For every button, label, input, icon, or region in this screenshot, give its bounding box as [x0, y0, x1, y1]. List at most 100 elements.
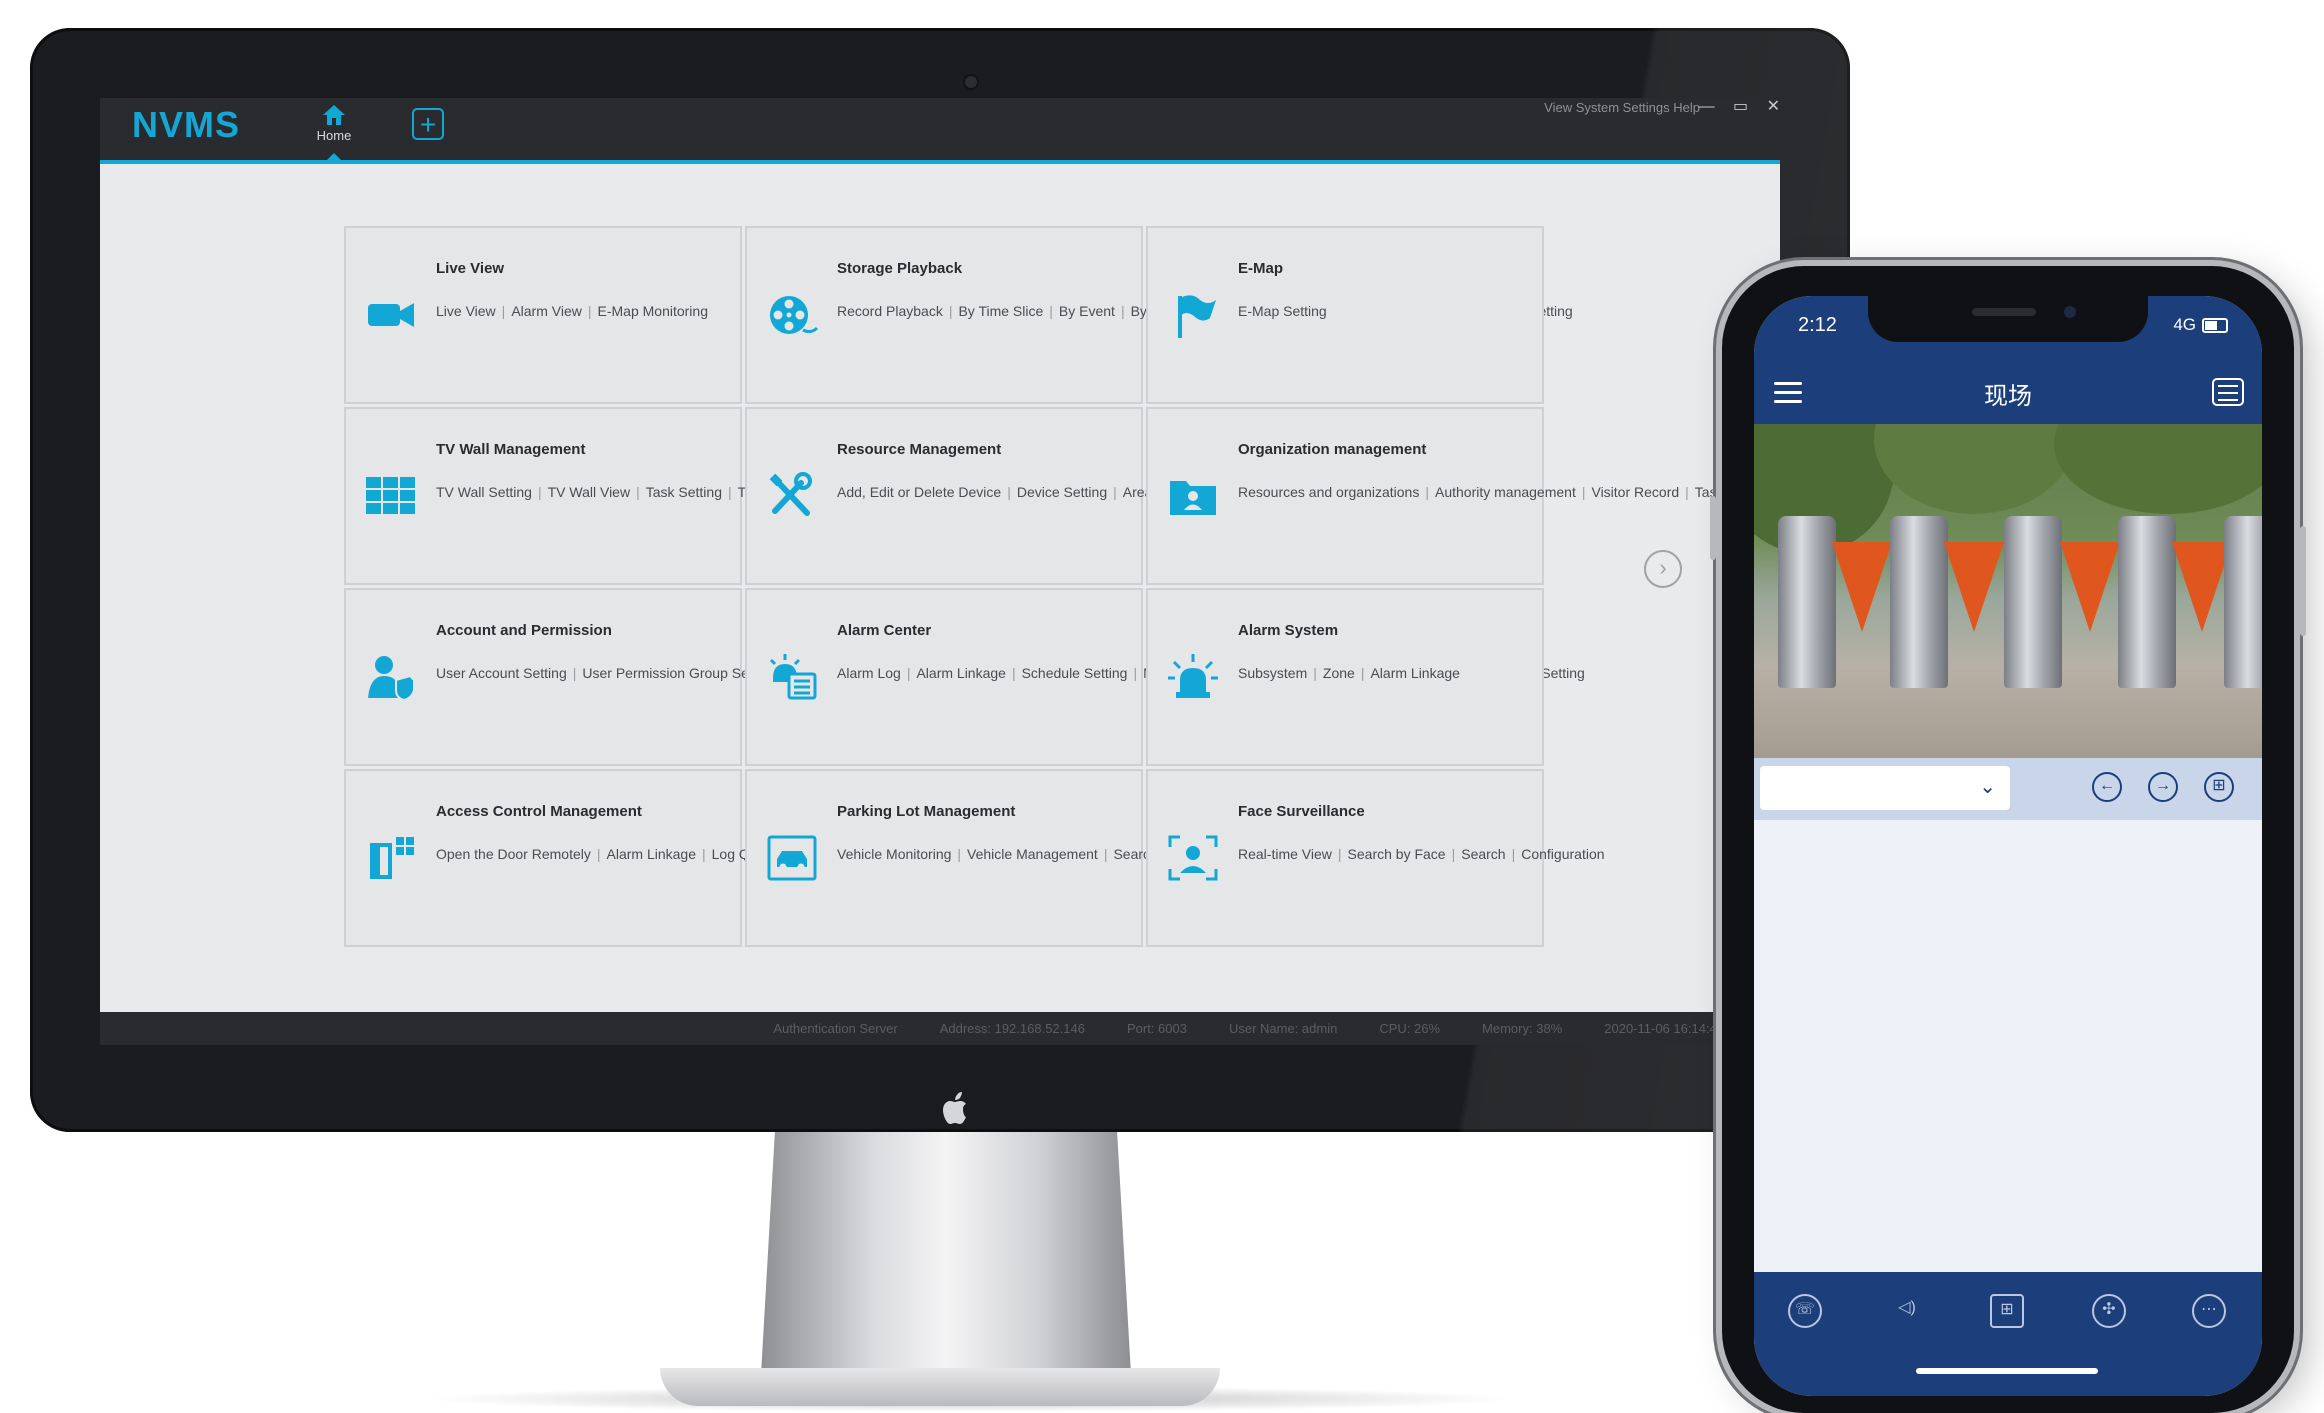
speaker-icon[interactable]: ◁): [1890, 1294, 1924, 1328]
module-tile[interactable]: Alarm System Subsystem | Zone | Alarm Linkage: [1146, 588, 1544, 766]
module-links: Alarm Log | Alarm Linkage | Schedule Setting…: [837, 660, 1585, 686]
phone-network: 4G: [2173, 315, 2228, 335]
module-link[interactable]: Vehicle Monitoring: [837, 846, 951, 862]
tab-home[interactable]: Home: [306, 100, 362, 160]
live-video-view[interactable]: [1754, 424, 2262, 758]
module-link[interactable]: Visitor Record: [1591, 484, 1679, 500]
link-separator: |: [1011, 665, 1016, 681]
module-title[interactable]: Alarm Center: [837, 622, 931, 639]
home-icon: [323, 105, 345, 125]
module-link[interactable]: Alarm Linkage: [1370, 665, 1460, 681]
window-controls: — ▭ ✕: [1685, 98, 1780, 116]
module-tile[interactable]: Resource Management Add, Edit or Delete D…: [745, 407, 1358, 585]
layout-icon[interactable]: ⊞: [1990, 1294, 2024, 1328]
link-separator: |: [1113, 484, 1117, 500]
module-link[interactable]: By Event: [1059, 303, 1115, 319]
next-icon[interactable]: →: [2148, 772, 2178, 802]
module-link[interactable]: TV Wall Setting: [436, 484, 532, 500]
module-tile[interactable]: Access Control Management Open the Door R…: [344, 769, 866, 947]
module-link[interactable]: Resources and organizations: [1238, 484, 1419, 500]
module-link[interactable]: Record Playback: [837, 303, 943, 319]
apple-logo-icon: [943, 1092, 966, 1124]
module-tile[interactable]: Alarm Center Alarm Log | Alarm Linkage | Sche…: [745, 588, 1585, 766]
module-title[interactable]: Resource Management: [837, 441, 1001, 458]
module-link[interactable]: Alarm Linkage: [916, 665, 1006, 681]
status-item: 2020-11-06 16:14:47: [1604, 1021, 1724, 1036]
module-title[interactable]: Parking Lot Management: [837, 803, 1015, 820]
link-separator: |: [636, 484, 640, 500]
module-link[interactable]: Alarm Log: [837, 665, 901, 681]
door-icon: [364, 833, 418, 883]
module-tile[interactable]: TV Wall Management TV Wall Setting | TV Wal…: [344, 407, 884, 585]
module-links: Live View | Alarm View | E-Map Monitoring: [436, 298, 726, 324]
module-tile[interactable]: Live View Live View | Alarm View | E-Map Moni…: [344, 226, 742, 404]
module-title[interactable]: E-Map: [1238, 260, 1283, 277]
add-tab-button[interactable]: +: [412, 108, 444, 140]
system-menu[interactable]: View System Settings Help: [1544, 100, 1700, 115]
module-title[interactable]: Storage Playback: [837, 260, 962, 277]
app-logo: NVMS: [132, 104, 241, 145]
close-button[interactable]: ✕: [1767, 98, 1780, 115]
module-links: Real-time View | Search by Face | Search | Con…: [1238, 841, 1605, 867]
module-link[interactable]: Alarm Linkage: [607, 846, 697, 862]
phone-volume-button: [1710, 496, 1716, 560]
link-separator: |: [702, 846, 706, 862]
module-link[interactable]: Search: [1461, 846, 1505, 862]
link-separator: |: [1581, 484, 1586, 500]
module-link[interactable]: Subsystem: [1238, 665, 1307, 681]
talk-icon[interactable]: ☏: [1788, 1294, 1822, 1328]
maximize-button[interactable]: ▭: [1733, 98, 1748, 115]
module-link[interactable]: Device Setting: [1017, 484, 1107, 500]
module-link[interactable]: User Account Setting: [436, 665, 567, 681]
module-link[interactable]: Zone: [1323, 665, 1355, 681]
module-tile[interactable]: Account and Permission User Account Setti…: [344, 588, 775, 766]
face-scan-icon: [1166, 833, 1220, 883]
module-title[interactable]: Account and Permission: [436, 622, 612, 639]
desktop-screen: NVMS Home + View System Settings Help — …: [100, 98, 1780, 1045]
link-separator: |: [1360, 665, 1365, 681]
module-link[interactable]: Open the Door Remotely: [436, 846, 591, 862]
module-link[interactable]: Add, Edit or Delete Device: [837, 484, 1001, 500]
module-tile[interactable]: E-Map E-Map Setting: [1146, 226, 1544, 404]
module-link[interactable]: Real-time View: [1238, 846, 1332, 862]
next-page-button[interactable]: ›: [1644, 550, 1682, 588]
turnstile-gate: [1778, 516, 1836, 688]
battery-icon: [2202, 318, 2228, 334]
module-tile[interactable]: Parking Lot Management Vehicle Monitoring…: [745, 769, 1275, 947]
phone-device: 2:12 4G 现场 ⌄ ← → ⊞ ☏ ◁) ⊞ ✣ ⋯: [1710, 266, 2306, 1413]
module-tile[interactable]: Storage Playback Record Playback | By Time …: [745, 226, 1573, 404]
module-link[interactable]: Configuration: [1521, 846, 1604, 862]
module-title[interactable]: TV Wall Management: [436, 441, 585, 458]
module-title[interactable]: Organization management: [1238, 441, 1426, 458]
active-tab-caret: [327, 153, 341, 160]
module-title[interactable]: Access Control Management: [436, 803, 642, 820]
module-link[interactable]: By Time Slice: [958, 303, 1043, 319]
module-link[interactable]: E-Map Monitoring: [598, 303, 709, 319]
module-link[interactable]: Schedule Setting: [1022, 665, 1128, 681]
ptz-icon[interactable]: ✣: [2092, 1294, 2126, 1328]
module-title[interactable]: Alarm System: [1238, 622, 1338, 639]
module-link[interactable]: Task Setting: [646, 484, 722, 500]
phone-screen: 2:12 4G 现场 ⌄ ← → ⊞ ☏ ◁) ⊞ ✣ ⋯: [1754, 296, 2262, 1396]
module-link[interactable]: Vehicle Management: [967, 846, 1098, 862]
link-separator: |: [1120, 303, 1125, 319]
minimize-button[interactable]: —: [1699, 98, 1715, 115]
more-icon[interactable]: ⋯: [2192, 1294, 2226, 1328]
link-separator: |: [948, 303, 953, 319]
module-link[interactable]: Live View: [436, 303, 496, 319]
module-title[interactable]: Face Surveillance: [1238, 803, 1365, 820]
module-link[interactable]: Alarm View: [511, 303, 582, 319]
module-tile[interactable]: Organization management Resources and org…: [1146, 407, 1724, 585]
module-tile[interactable]: Face Surveillance Real-time View | Search b…: [1146, 769, 1605, 947]
module-link[interactable]: Search by Face: [1348, 846, 1446, 862]
grid-layout-icon[interactable]: ⊞: [2204, 772, 2234, 802]
settings-sliders-icon[interactable]: [2212, 378, 2244, 406]
turnstile-gate: [1890, 516, 1948, 688]
module-link[interactable]: TV Wall View: [548, 484, 630, 500]
status-item: User Name: admin: [1228, 1021, 1338, 1036]
prev-icon[interactable]: ←: [2092, 772, 2122, 802]
channel-select[interactable]: ⌄: [1760, 766, 2010, 810]
module-title[interactable]: Live View: [436, 260, 504, 277]
module-link[interactable]: Authority management: [1435, 484, 1576, 500]
module-link[interactable]: E-Map Setting: [1238, 303, 1327, 319]
